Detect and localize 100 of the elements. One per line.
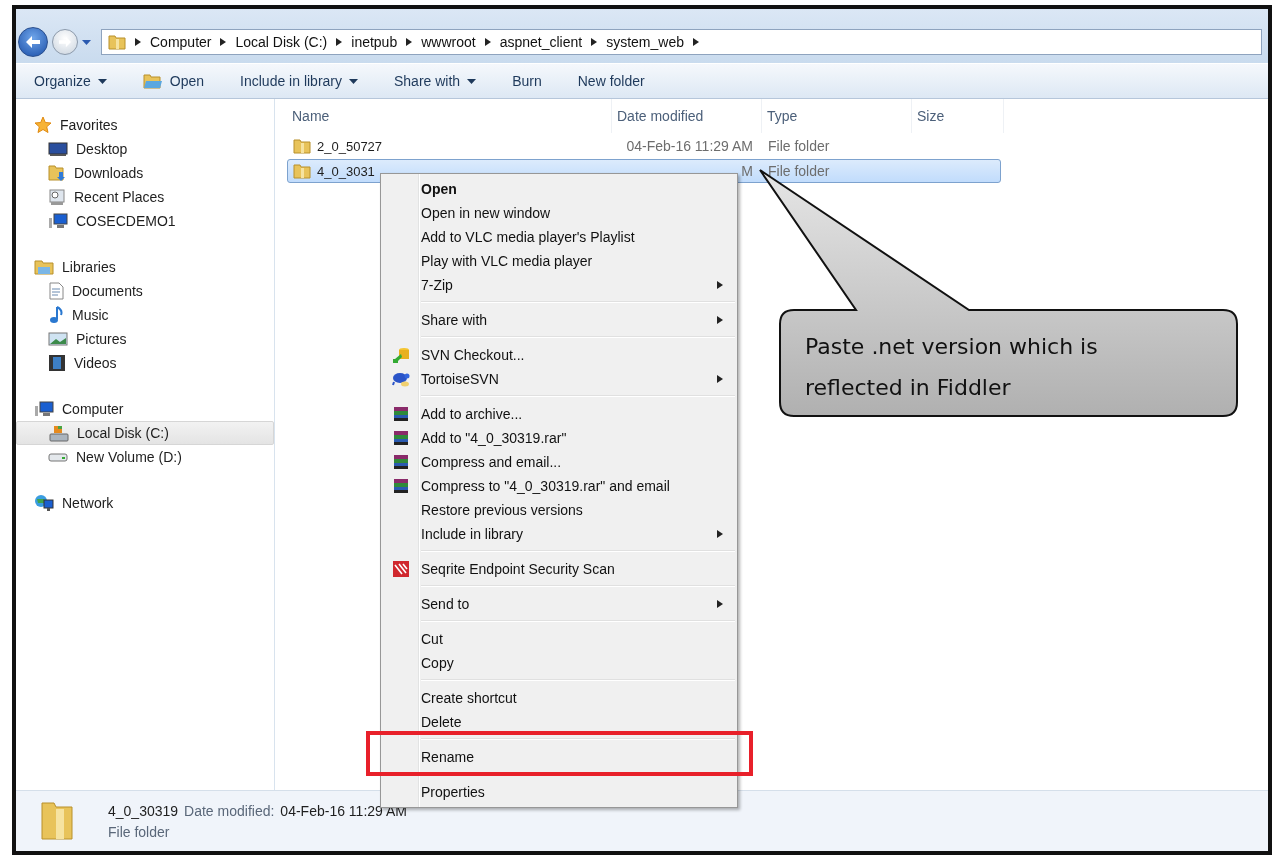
nav-item-label[interactable]: Documents [72,283,143,299]
nav-item[interactable]: Documents [16,279,274,303]
menu-item[interactable]: Create shortcut [381,686,737,710]
nav-item[interactable]: Downloads [16,161,274,185]
date-modified: 04-Feb-16 11:29 AM [626,138,753,154]
menu-item[interactable]: Add to VLC media player's Playlist [381,225,737,249]
nav-item[interactable]: Videos [16,351,274,375]
music-note-icon [48,306,64,324]
menu-item[interactable]: Delete [381,710,737,734]
books-icon [393,430,409,446]
breadcrumb[interactable]: aspnet_client [499,34,583,50]
network-icon [34,494,54,512]
nav-group[interactable]: Computer [16,397,274,421]
callout-text: Paste .net version which is reflected in Fiddler [805,333,1099,402]
nav-group-label[interactable]: Favorites [60,117,118,133]
nav-group[interactable]: Favorites [16,113,274,137]
menu-item[interactable]: Seqrite Endpoint Security Scan [381,557,737,581]
nav-group-label[interactable]: Libraries [62,259,116,275]
column-header[interactable]: Date modified [612,99,762,133]
file-type: File folder [768,163,830,179]
toolbar-button[interactable]: Burn [512,73,542,89]
menu-item[interactable]: TortoiseSVN [381,367,737,391]
back-arrow-icon [25,35,41,49]
recent-pages-caret-icon[interactable] [82,39,91,45]
nav-item-label[interactable]: Pictures [76,331,127,347]
books-icon [393,454,409,470]
menu-item[interactable]: Rename [381,745,737,769]
toolbar-button[interactable]: Organize [34,73,107,89]
forward-button[interactable] [52,29,78,55]
date-modified-label: Date modified: [184,802,275,819]
chevron-icon [693,38,699,46]
nav-item-label[interactable]: Videos [74,355,117,371]
nav-group[interactable]: Network [16,491,274,515]
menu-item[interactable]: Compress to "4_0_30319.rar" and email [381,474,737,498]
toolbar-button[interactable]: Open [142,72,205,90]
books-icon [393,478,409,494]
folder-icon [293,138,311,154]
column-header[interactable]: Name [287,99,612,133]
nav-item-label[interactable]: Desktop [76,141,128,157]
chevron-icon [406,38,413,46]
menu-item[interactable]: Restore previous versions [381,498,737,522]
menu-item[interactable]: Send to [381,592,737,616]
toolbar-button[interactable]: Include in library [240,73,358,89]
nav-item-label[interactable]: Local Disk (C:) [77,425,169,441]
menu-item[interactable]: Copy [381,651,737,675]
nav-group-label[interactable]: Computer [62,401,124,417]
nav-group[interactable]: Libraries [16,255,274,279]
nav-item-label[interactable]: New Volume (D:) [76,449,182,465]
address-bar[interactable]: Computer Local Disk (C:) inetpub wwwroot aspnet_client system_web [101,29,1262,55]
menu-item[interactable]: Play with VLC media player [381,249,737,273]
menu-item[interactable]: Include in library [381,522,737,546]
toolbar-button[interactable]: Share with [394,73,477,89]
column-header[interactable]: Size [912,99,1004,133]
folder-icon [293,163,311,179]
nav-item-label[interactable]: Music [72,307,109,323]
nav-group-label[interactable]: Network [62,495,114,511]
menu-item[interactable]: Properties [381,780,737,804]
selected-item-name: 4_0_30319 [108,802,179,819]
chevron-icon [591,38,598,46]
chevron-icon [135,38,141,46]
menu-item[interactable]: Share with [381,308,737,332]
nav-item[interactable]: Local Disk (C:) [16,421,274,445]
file-row[interactable]: 2_0_50727 04-Feb-16 11:29 AM File folder [287,134,1001,158]
nav-item[interactable]: Desktop [16,137,274,161]
breadcrumb[interactable]: system_web [606,34,684,50]
breadcrumb[interactable]: inetpub [351,34,398,50]
menu-item[interactable]: Add to "4_0_30319.rar" [381,426,737,450]
computer-icon [34,401,54,417]
date-modified: M [741,163,753,179]
monitor-icon [48,141,68,157]
nav-item[interactable]: Recent Places [16,185,274,209]
file-name: 4_0_3031 [317,163,375,179]
chevron-icon [220,38,227,46]
nav-item[interactable]: Music [16,303,274,327]
back-button[interactable] [18,27,48,57]
nav-item[interactable]: Pictures [16,327,274,351]
nav-item[interactable]: COSECDEMO1 [16,209,274,233]
menu-item[interactable]: Add to archive... [381,402,737,426]
nav-item-label[interactable]: Downloads [74,165,144,181]
folder-icon [108,34,126,50]
system-drive-icon [49,424,69,442]
menu-item[interactable]: 7-Zip [381,273,737,297]
breadcrumb[interactable]: Local Disk (C:) [235,34,328,50]
menu-item[interactable]: Cut [381,627,737,651]
nav-item[interactable]: New Volume (D:) [16,445,274,469]
folder-icon [142,72,163,90]
menu-item[interactable]: Open in new window [381,201,737,225]
forward-arrow-icon [58,36,72,48]
breadcrumb[interactable]: wwwroot [421,34,476,50]
nav-item-label[interactable]: Recent Places [74,189,165,205]
item-type: File folder [108,823,171,840]
computer-icon [48,213,68,229]
nav-item-label[interactable]: COSECDEMO1 [76,213,176,229]
menu-item[interactable]: SVN Checkout... [381,343,737,367]
menu-item[interactable]: Compress and email... [381,450,737,474]
file-name: 2_0_50727 [317,138,383,154]
books-icon [393,406,409,422]
column-header[interactable]: Type [762,99,912,133]
breadcrumb[interactable]: Computer [150,34,212,50]
toolbar-button[interactable]: New folder [577,73,645,89]
